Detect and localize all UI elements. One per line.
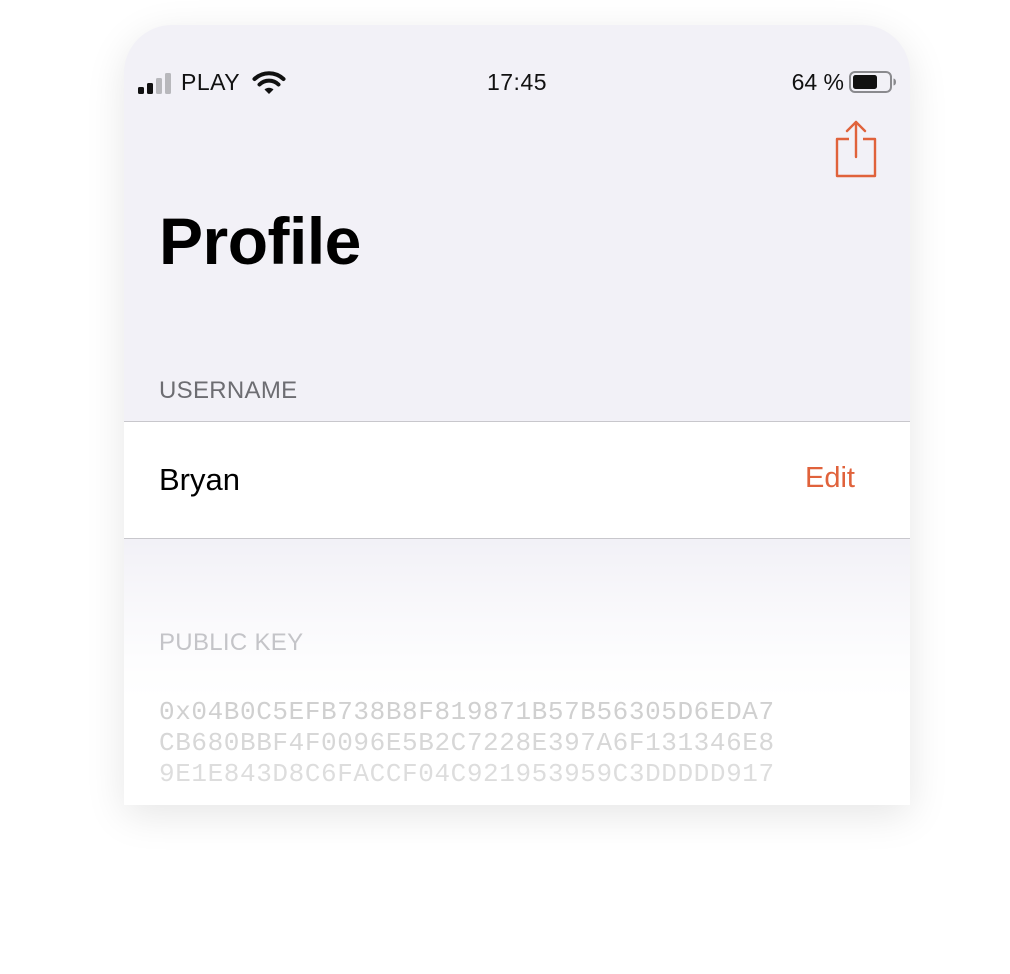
username-value: Bryan xyxy=(159,462,240,497)
public-key-line: 0x04B0C5EFB738B8F819871B57B56305D6EDA7 xyxy=(159,697,775,727)
username-section-header: USERNAME xyxy=(159,377,298,404)
screenshot-stage: PLAY 17:45 64 % Profile USERNAME Bryan E… xyxy=(0,0,1010,974)
cellular-signal-icon xyxy=(138,72,174,94)
status-time: 17:45 xyxy=(486,69,548,95)
phone-screen: PLAY 17:45 64 % Profile USERNAME Bryan E… xyxy=(124,25,910,805)
edit-username-button[interactable]: Edit xyxy=(805,462,855,495)
page-title: Profile xyxy=(159,204,361,278)
public-key-line: CB680BBF4F0096E5B2C7228E397A6F131346E8 xyxy=(159,728,775,758)
status-bar: PLAY 17:45 64 % xyxy=(124,63,910,103)
public-key-text: 0x04B0C5EFB738B8F819871B57B56305D6EDA7 C… xyxy=(159,697,775,790)
share-button[interactable] xyxy=(832,119,880,181)
username-cell: Bryan Edit xyxy=(124,421,910,539)
public-key-section-header: PUBLIC KEY xyxy=(159,629,304,656)
wifi-icon xyxy=(252,68,286,96)
carrier-name: PLAY xyxy=(181,69,241,95)
battery-icon xyxy=(849,71,897,93)
battery-percentage: 64 % xyxy=(791,69,844,95)
share-icon xyxy=(835,120,877,178)
public-key-line: 9E1E843D8C6FACCF04C921953959C3DDDDD917 xyxy=(159,759,775,789)
